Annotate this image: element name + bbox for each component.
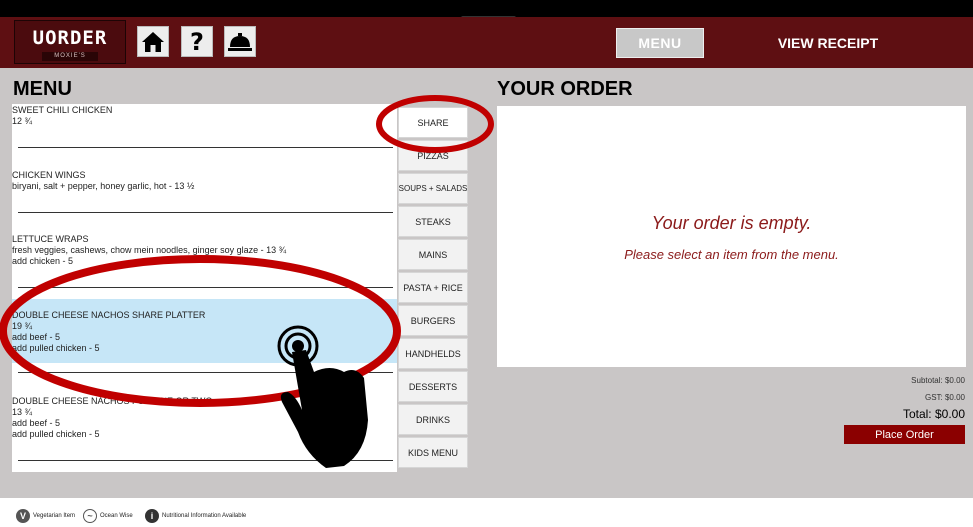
info-icon: i bbox=[145, 509, 159, 523]
vegetarian-icon: V bbox=[16, 509, 30, 523]
menu-item-nachos-share-platter[interactable]: DOUBLE CHEESE NACHOS SHARE PLATTER 19 ¾ … bbox=[12, 299, 397, 363]
category-mains[interactable]: MAINS bbox=[398, 239, 468, 270]
menu-item-name: DOUBLE CHEESE NACHOS SHARE PLATTER bbox=[12, 310, 206, 320]
category-pizzas[interactable]: PIZZAS bbox=[398, 140, 468, 171]
tab-menu[interactable]: MENU bbox=[616, 28, 704, 58]
menu-item-detail: fresh veggies, cashews, chow mein noodle… bbox=[12, 245, 287, 255]
item-divider bbox=[18, 287, 393, 288]
legend-vegetarian: V Vegetarian Item bbox=[16, 509, 75, 523]
order-subtotal: Subtotal: $0.00 bbox=[911, 376, 965, 385]
menu-title: MENU bbox=[13, 78, 72, 100]
legend-vegetarian-label: Vegetarian Item bbox=[33, 513, 76, 519]
category-kids-menu[interactable]: KIDS MENU bbox=[398, 437, 468, 468]
call-server-button[interactable] bbox=[224, 26, 256, 57]
category-share[interactable]: SHARE bbox=[398, 107, 468, 138]
category-soups-salads[interactable]: SOUPS + SALADS bbox=[398, 173, 468, 204]
menu-item-price: 13 ¾ bbox=[12, 407, 33, 417]
menu-item-name: LETTUCE WRAPS bbox=[12, 234, 89, 244]
question-icon: ? bbox=[190, 27, 204, 56]
menu-item-list[interactable]: SWEET CHILI CHICKEN 12 ¾ CHICKEN WINGS b… bbox=[12, 104, 397, 472]
order-title: YOUR ORDER bbox=[497, 78, 633, 100]
menu-item-chicken-wings[interactable]: CHICKEN WINGS biryani, salt + pepper, ho… bbox=[12, 170, 397, 210]
item-divider bbox=[18, 147, 393, 148]
menu-item-detail: biryani, salt + pepper, honey garlic, ho… bbox=[12, 181, 195, 191]
logo-subtext: MOXIE'S bbox=[42, 52, 98, 61]
category-desserts[interactable]: DESSERTS bbox=[398, 371, 468, 402]
menu-item-name: CHICKEN WINGS bbox=[12, 170, 86, 180]
category-burgers[interactable]: BURGERS bbox=[398, 305, 468, 336]
order-gst: GST: $0.00 bbox=[924, 393, 965, 402]
menu-item-name: DOUBLE CHEESE NACHOS FOR ONE OR TWO bbox=[12, 396, 213, 406]
menu-item-addon: add pulled chicken - 5 bbox=[12, 343, 100, 353]
service-bell-icon bbox=[228, 32, 252, 51]
legend-bar: V Vegetarian Item ~ Ocean Wise i Nutriti… bbox=[0, 498, 973, 527]
fish-icon: ~ bbox=[83, 509, 97, 523]
legend-nutrition-label: Nutritional Information Available bbox=[162, 513, 247, 519]
order-panel: Your order is empty. Please select an it… bbox=[497, 106, 966, 367]
category-pasta-rice[interactable]: PASTA + RICE bbox=[398, 272, 468, 303]
menu-item-name: SWEET CHILI CHICKEN bbox=[12, 105, 113, 115]
legend-nutrition: i Nutritional Information Available bbox=[145, 509, 246, 523]
item-divider bbox=[18, 460, 393, 461]
item-divider bbox=[18, 212, 393, 213]
category-steaks[interactable]: STEAKS bbox=[398, 206, 468, 237]
app-header: UORDER MOXIE'S ? MENU VIEW RECEIPT bbox=[0, 17, 973, 68]
menu-item-price: 12 ¾ bbox=[12, 116, 33, 126]
logo-text: UORDER bbox=[32, 27, 108, 49]
legend-ocean-wise: ~ Ocean Wise bbox=[83, 509, 133, 523]
home-icon bbox=[142, 31, 164, 52]
item-divider bbox=[18, 372, 393, 373]
menu-item-sweet-chili-chicken[interactable]: SWEET CHILI CHICKEN 12 ¾ bbox=[12, 104, 397, 146]
category-drinks[interactable]: DRINKS bbox=[398, 404, 468, 435]
order-total: Total: $0.00 bbox=[902, 407, 965, 421]
home-button[interactable] bbox=[137, 26, 169, 57]
menu-item-lettuce-wraps[interactable]: LETTUCE WRAPS fresh veggies, cashews, ch… bbox=[12, 234, 397, 278]
main-area: MENU YOUR ORDER SWEET CHILI CHICKEN 12 ¾… bbox=[0, 68, 973, 498]
place-order-button[interactable]: Place Order bbox=[844, 425, 965, 444]
top-bezel bbox=[0, 0, 973, 17]
menu-item-addon: add pulled chicken - 5 bbox=[12, 429, 100, 439]
menu-item-price: 19 ¾ bbox=[12, 321, 33, 331]
order-empty-title: Your order is empty. bbox=[651, 213, 812, 233]
app-logo[interactable]: UORDER MOXIE'S bbox=[14, 20, 126, 64]
tab-view-receipt[interactable]: VIEW RECEIPT bbox=[760, 28, 896, 58]
category-handhelds[interactable]: HANDHELDS bbox=[398, 338, 468, 369]
menu-item-addon: add beef - 5 bbox=[12, 418, 61, 428]
legend-ocean-wise-label: Ocean Wise bbox=[100, 513, 133, 519]
menu-item-addon: add beef - 5 bbox=[12, 332, 61, 342]
help-button[interactable]: ? bbox=[181, 26, 213, 57]
order-empty-hint: Please select an item from the menu. bbox=[624, 247, 839, 262]
menu-item-nachos-for-one-or-two[interactable]: DOUBLE CHEESE NACHOS FOR ONE OR TWO 13 ¾… bbox=[12, 396, 397, 451]
menu-item-addon: add chicken - 5 bbox=[12, 256, 74, 266]
